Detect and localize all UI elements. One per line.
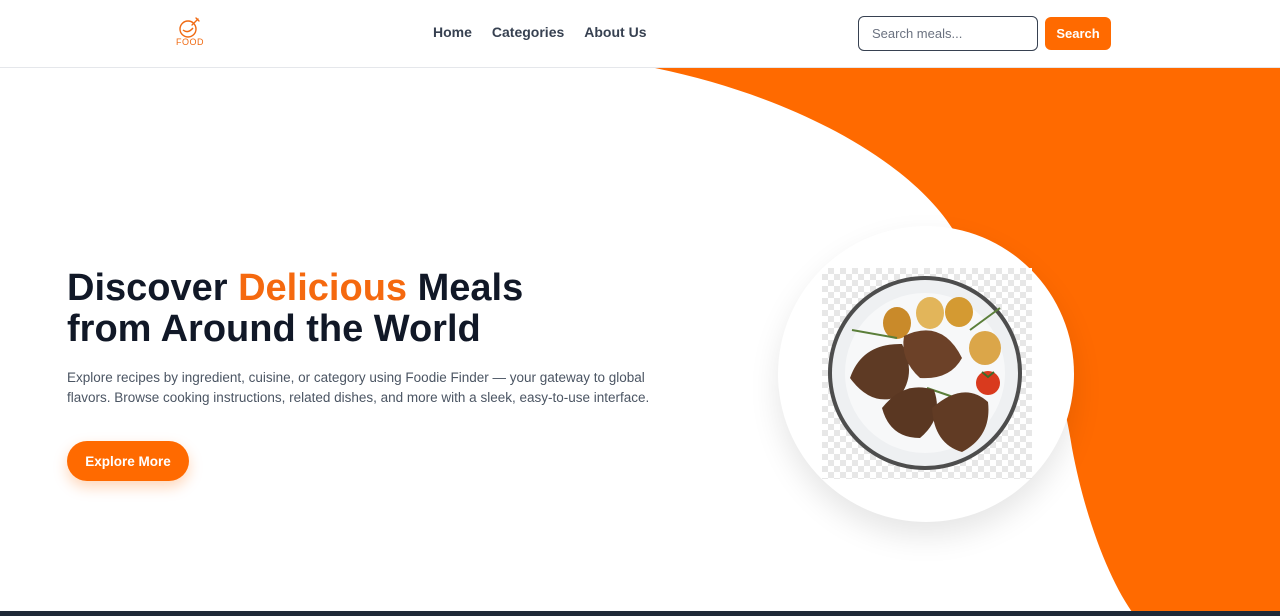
logo-text: FOOD [176, 37, 204, 47]
nav-categories[interactable]: Categories [492, 24, 564, 40]
site-logo[interactable]: FOOD [172, 16, 208, 50]
hero-title-accent: Delicious [238, 267, 408, 309]
nav-home[interactable]: Home [433, 24, 472, 40]
bottom-border [0, 611, 1280, 616]
hero-title: Discover Delicious Meals from Around the… [67, 268, 587, 350]
nav-about-us[interactable]: About Us [584, 24, 646, 40]
site-header: FOOD Home Categories About Us Search [0, 0, 1280, 68]
main-nav: Home Categories About Us [433, 24, 646, 40]
hero-description: Explore recipes by ingredient, cuisine, … [67, 370, 650, 405]
hero-title-part1: Discover [67, 267, 239, 309]
search-button[interactable]: Search [1045, 17, 1111, 50]
search-input[interactable] [858, 16, 1038, 51]
dish-image [822, 268, 1032, 479]
explore-more-button[interactable]: Explore More [67, 441, 189, 481]
